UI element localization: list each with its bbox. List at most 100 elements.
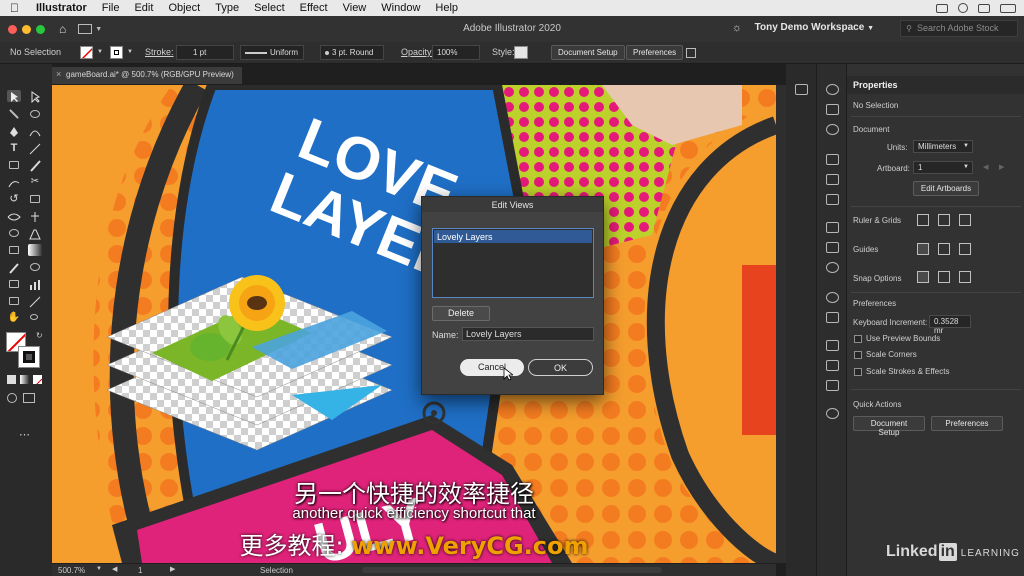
views-list[interactable]: Lovely Layers [432,228,594,298]
workspace-switcher[interactable]: Tony Demo Workspace ▼ [755,22,874,33]
swap-fill-stroke-icon[interactable]: ↻ [36,331,43,340]
graphic-style-swatch[interactable] [514,46,528,59]
pen-tool-icon[interactable] [7,125,21,137]
canvas-vertical-scrollbar[interactable] [776,85,786,563]
smart-guides-icon[interactable] [959,243,971,255]
next-artboard-icon[interactable]: ▶ [999,163,1004,171]
scale-strokes-checkbox[interactable] [854,368,862,376]
color-guide-icon[interactable] [826,104,839,115]
libraries-icon[interactable] [795,84,808,95]
quick-preferences-button[interactable]: Preferences [931,416,1003,431]
wifi-icon[interactable] [978,3,990,13]
snap-to-point-icon[interactable] [917,271,929,283]
adobe-stock-search[interactable]: Search Adobe Stock [900,20,1018,37]
horizontal-scrollbar[interactable] [362,567,662,573]
menu-edit[interactable]: Edit [134,0,153,16]
preferences-button[interactable]: Preferences [626,45,684,60]
lightbulb-icon[interactable]: ☼ [732,22,742,34]
blend-tool-icon[interactable] [28,261,42,273]
stroke-label[interactable]: Stroke: [145,47,174,57]
menu-type[interactable]: Type [215,0,239,16]
snap-to-pixel-icon[interactable] [938,271,950,283]
show-guides-icon[interactable] [917,243,929,255]
chevron-down-icon[interactable]: ▼ [96,566,102,572]
perspective-grid-icon[interactable] [28,227,42,240]
menu-view[interactable]: View [343,0,367,16]
screen-mode-icon[interactable] [23,393,35,403]
export-icon[interactable] [826,360,839,371]
menu-illustrator[interactable]: Illustrator [36,0,87,16]
cancel-button[interactable]: Cancel [460,359,524,376]
slice-tool-icon[interactable] [28,295,42,308]
chevron-down-icon[interactable]: ▼ [127,49,133,55]
prev-artboard-icon[interactable]: ◀ [983,163,988,171]
artboard-tool-icon[interactable] [7,295,21,307]
name-input[interactable]: Lovely Layers [462,327,594,341]
document-setup-button[interactable]: Document Setup [551,45,625,60]
next-artboard-icon[interactable]: ▶ [170,565,175,573]
zoom-level[interactable]: 500.7% [58,566,85,575]
quick-document-setup-button[interactable]: Document Setup [853,416,925,437]
apple-icon[interactable]:  [10,1,24,15]
zoom-tool-icon[interactable] [28,312,42,324]
mesh-tool-icon[interactable] [7,244,21,256]
prev-artboard-icon[interactable]: ◀ [112,565,117,573]
graphic-styles-icon[interactable] [826,312,839,323]
close-tab-icon[interactable]: × [56,69,61,79]
lock-guides-icon[interactable] [938,243,950,255]
rotate-tool-icon[interactable]: ↺ [7,193,21,205]
artboard-dropdown[interactable]: 1 ▼ [913,161,973,174]
width-tool-icon[interactable] [7,210,21,222]
scale-corners-checkbox[interactable] [854,351,862,359]
use-preview-bounds-checkbox[interactable] [854,335,862,343]
curvature-tool-icon[interactable] [28,125,42,137]
snap-to-grid-icon[interactable] [959,271,971,283]
puppet-warp-icon[interactable] [28,210,42,222]
ruler-icon[interactable] [917,214,929,226]
menu-select[interactable]: Select [254,0,285,16]
stroke-weight-field[interactable]: 1 pt [176,45,234,60]
paintbrush-icon[interactable] [28,159,42,172]
transparency-icon[interactable] [826,262,839,273]
brush-definition[interactable]: 3 pt. Round [320,45,384,60]
brushes-icon[interactable] [826,174,839,185]
creative-cloud-icon[interactable] [958,3,968,13]
align-icon[interactable] [686,48,696,58]
symbols-icon[interactable] [826,154,839,165]
gradient-mode-icon[interactable] [20,375,29,384]
stroke-swatch[interactable] [110,46,123,59]
artboard-canvas[interactable]: LOVE LAYER ULY 另一个快捷的效率捷径 another quick … [52,85,776,563]
delete-button[interactable]: Delete [432,306,490,321]
opacity-label[interactable]: Opacity: [401,47,434,57]
lasso-icon[interactable] [28,108,42,120]
document-tab[interactable]: × gameBoard.ai* @ 500.7% (RGB/GPU Previe… [52,67,242,84]
chevron-down-icon[interactable]: ▼ [97,49,103,55]
artboards-icon[interactable] [826,380,839,391]
fill-swatch[interactable] [80,46,93,59]
grid-icon[interactable] [938,214,950,226]
stroke-icon[interactable] [826,222,839,233]
menu-effect[interactable]: Effect [300,0,328,16]
display-icon[interactable] [936,3,948,13]
gradient-icon[interactable] [826,242,839,253]
none-mode-icon[interactable] [33,375,42,384]
line-tool-icon[interactable] [28,142,42,155]
draw-mode-icon[interactable] [7,393,17,403]
list-item[interactable]: Lovely Layers [434,230,592,243]
scale-tool-icon[interactable] [28,193,42,205]
opacity-field[interactable]: 100% [432,45,480,60]
direct-selection-tool-icon[interactable] [28,90,42,104]
variable-width-profile[interactable]: Uniform [240,45,304,60]
gradient-tool-icon[interactable] [28,244,42,256]
rectangle-tool-icon[interactable] [7,159,21,171]
tab-properties[interactable]: Properties [853,80,898,90]
menu-window[interactable]: Window [381,0,420,16]
stroke-color-swatch[interactable] [18,346,40,368]
menu-object[interactable]: Object [168,0,200,16]
scissors-icon[interactable]: ✂ [28,176,42,188]
hand-tool-icon[interactable]: ✋ [7,312,21,324]
color-icon[interactable] [826,84,839,95]
type-tool-icon[interactable]: T [7,142,21,154]
artboard-number[interactable]: 1 [138,566,142,575]
menu-file[interactable]: File [102,0,120,16]
